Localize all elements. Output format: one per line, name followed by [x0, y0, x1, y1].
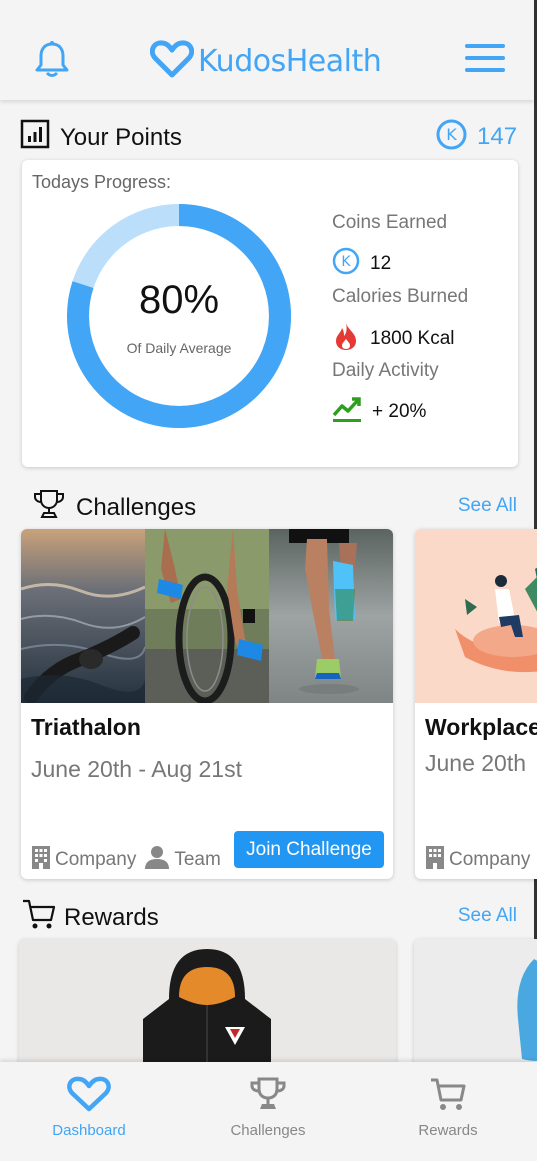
challenge-card[interactable]: Triathalon June 20th - Aug 21st Company … — [21, 529, 393, 879]
nav-challenges[interactable]: Challenges — [198, 1076, 338, 1139]
points-title: Your Points — [60, 123, 182, 151]
activity-row: + 20% — [332, 395, 426, 429]
rewards-see-all-link[interactable]: See All — [458, 905, 517, 927]
rewards-section-title: Rewards — [22, 898, 159, 937]
coins-value: 12 — [370, 253, 392, 274]
person-icon — [144, 845, 170, 875]
progress-percent: 80% — [138, 278, 220, 322]
runner-photo — [269, 529, 393, 703]
team-label: Team — [174, 849, 221, 870]
building-icon — [425, 845, 445, 875]
svg-text:K: K — [446, 125, 457, 144]
trend-up-icon — [332, 395, 362, 429]
nav-dashboard-label: Dashboard — [52, 1122, 126, 1139]
calories-value: 1800 Kcal — [370, 328, 455, 349]
fire-icon — [332, 321, 360, 357]
company-label: Company — [449, 849, 531, 870]
challenge-meta: Company — [425, 845, 530, 875]
nav-rewards[interactable]: Rewards — [378, 1076, 518, 1139]
company-label: Company — [55, 849, 137, 870]
progress-card: Todays Progress: 80% Of Daily Average Co… — [22, 160, 518, 467]
svg-text:K: K — [341, 254, 351, 270]
calories-label: Calories Burned — [332, 286, 469, 307]
activity-label: Daily Activity — [332, 360, 439, 381]
workplace-illustration — [415, 529, 537, 703]
app-header: KudosHealth — [0, 0, 534, 100]
challenges-title: Challenges — [76, 493, 197, 521]
heart-logo-icon — [149, 40, 195, 83]
nav-dashboard[interactable]: Dashboard — [19, 1076, 159, 1139]
challenge-card[interactable]: Workplace June 20th Company — [415, 529, 537, 879]
kudos-coin-icon: K — [332, 247, 360, 281]
challenge-dates: June 20th - Aug 21st — [31, 756, 242, 782]
nav-rewards-label: Rewards — [418, 1122, 478, 1139]
heart-icon — [67, 1076, 111, 1116]
challenges-see-all-link[interactable]: See All — [458, 495, 517, 517]
calories-row: 1800 Kcal — [332, 321, 455, 357]
rewards-title: Rewards — [64, 903, 159, 931]
coins-row: K 12 — [332, 247, 391, 281]
cyclist-photo — [145, 529, 269, 703]
progress-label: Todays Progress: — [32, 172, 172, 192]
activity-value: + 20% — [372, 401, 427, 422]
swimmer-photo — [21, 529, 145, 703]
join-challenge-button[interactable]: Join Challenge — [234, 831, 384, 868]
challenge-dates: June 20th — [425, 750, 527, 776]
points-value: 147 — [477, 123, 518, 150]
cart-icon — [428, 1076, 468, 1116]
hamburger-menu-icon[interactable] — [465, 44, 505, 74]
brand-logo: KudosHealth — [149, 40, 382, 83]
challenge-photo-collage — [21, 529, 393, 703]
bar-chart-icon — [20, 119, 50, 156]
kudos-coin-icon: K — [436, 119, 467, 155]
bottom-nav: Dashboard Challenges Rewards — [0, 1062, 537, 1161]
brand-name: KudosHealth — [198, 44, 382, 79]
cart-icon — [22, 898, 56, 937]
coins-label: Coins Earned — [332, 212, 448, 233]
challenge-name: Workplace — [425, 714, 537, 740]
points-balance: K 147 — [436, 119, 517, 155]
challenge-meta: Company Team — [31, 845, 221, 875]
trophy-icon — [249, 1076, 287, 1116]
building-icon — [31, 845, 51, 875]
points-section-title: Your Points — [20, 119, 182, 156]
trophy-icon — [32, 488, 66, 527]
challenge-name: Triathalon — [31, 714, 141, 740]
challenges-section-title: Challenges — [32, 488, 196, 527]
bell-icon[interactable] — [34, 40, 70, 83]
progress-subtitle: Of Daily Average — [126, 340, 232, 356]
nav-challenges-label: Challenges — [230, 1122, 306, 1139]
